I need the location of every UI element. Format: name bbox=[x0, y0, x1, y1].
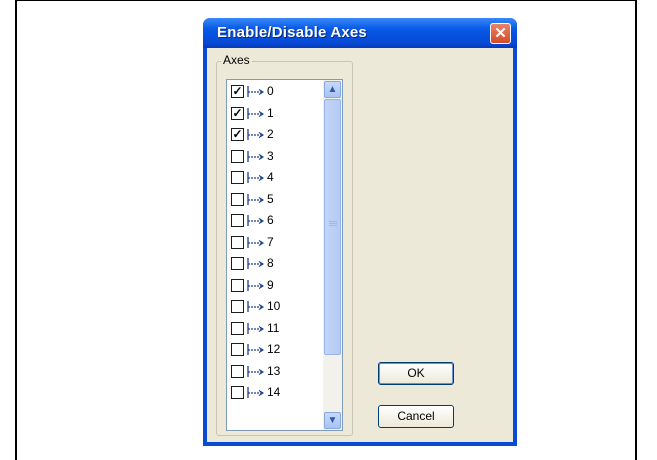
scroll-down-icon: ▼ bbox=[327, 415, 338, 426]
axis-label: 9 bbox=[267, 277, 274, 292]
scroll-up-button[interactable]: ▲ bbox=[324, 81, 341, 98]
axis-checkbox[interactable] bbox=[231, 214, 244, 227]
axis-list-item[interactable]: ✓ 0 bbox=[231, 82, 324, 103]
axes-dialog: Enable/Disable Axes ✕ Axes ✓ 0 ✓ 1 ✓ 2 3 4 5 6 7 8 9… bbox=[203, 18, 517, 446]
scroll-up-icon: ▲ bbox=[327, 84, 338, 95]
close-icon: ✕ bbox=[494, 25, 507, 42]
axis-icon bbox=[247, 387, 265, 398]
axis-list-item[interactable]: ✓ 2 bbox=[231, 125, 324, 146]
axis-icon bbox=[247, 279, 265, 291]
cancel-button[interactable]: Cancel bbox=[378, 405, 454, 428]
axis-icon bbox=[247, 193, 265, 205]
vertical-scrollbar[interactable]: ▲ ▼ bbox=[323, 80, 342, 430]
axis-list-item[interactable]: ✓ 1 bbox=[231, 104, 324, 125]
axis-list-item[interactable]: 14 bbox=[231, 383, 324, 404]
axis-list-item[interactable]: 9 bbox=[231, 276, 324, 297]
axis-label: 2 bbox=[267, 127, 274, 141]
axis-list-item[interactable]: 5 bbox=[231, 190, 324, 211]
axis-icon bbox=[247, 172, 265, 183]
axis-list-item[interactable]: 3 bbox=[231, 147, 324, 168]
axis-checkbox[interactable] bbox=[231, 386, 244, 399]
axis-checkbox[interactable] bbox=[231, 300, 244, 313]
axis-checkbox[interactable]: ✓ bbox=[231, 85, 244, 98]
axis-label: 13 bbox=[267, 363, 281, 378]
axis-checkbox[interactable] bbox=[231, 235, 244, 249]
axis-checkbox[interactable] bbox=[231, 343, 244, 356]
axis-label: 5 bbox=[267, 191, 274, 206]
axis-label: 1 bbox=[267, 105, 274, 120]
thumb-grip bbox=[329, 223, 337, 224]
dialog-title: Enable/Disable Axes bbox=[217, 24, 367, 41]
dialog-client: Axes ✓ 0 ✓ 1 ✓ 2 3 4 5 6 7 8 9 10 11 12 13 14 ▲ ▼ OK Canc… bbox=[207, 48, 513, 442]
axis-icon bbox=[247, 365, 265, 377]
axis-label: 12 bbox=[267, 342, 281, 356]
axis-checkbox[interactable] bbox=[231, 192, 244, 206]
scroll-down-button[interactable]: ▼ bbox=[324, 412, 341, 429]
thumb-grip bbox=[329, 225, 337, 226]
scroll-thumb[interactable] bbox=[324, 99, 341, 355]
axis-list-item[interactable]: 7 bbox=[231, 233, 324, 254]
thumb-grip bbox=[329, 221, 337, 222]
title-bar[interactable]: Enable/Disable Axes ✕ bbox=[203, 18, 517, 48]
axis-label: 10 bbox=[267, 299, 281, 313]
axis-icon bbox=[247, 129, 265, 140]
axis-label: 8 bbox=[267, 256, 274, 270]
axis-label: 0 bbox=[267, 84, 274, 98]
axis-icon bbox=[247, 215, 265, 226]
axis-checkbox[interactable] bbox=[231, 257, 244, 270]
axes-group-label: Axes bbox=[221, 53, 252, 67]
axis-checkbox[interactable]: ✓ bbox=[231, 128, 244, 141]
axes-list[interactable]: ✓ 0 ✓ 1 ✓ 2 3 4 5 6 7 8 9 10 11 12 13 14 ▲ ▼ bbox=[226, 79, 343, 431]
axis-list-item[interactable]: 10 bbox=[231, 297, 324, 318]
axis-label: 6 bbox=[267, 213, 274, 227]
axis-icon bbox=[247, 258, 265, 269]
axis-icon bbox=[247, 301, 265, 312]
axis-checkbox[interactable] bbox=[231, 321, 244, 335]
axis-checkbox[interactable]: ✓ bbox=[231, 106, 244, 120]
axis-icon bbox=[247, 150, 265, 162]
axis-list-item[interactable]: 4 bbox=[231, 168, 324, 189]
axis-label: 11 bbox=[267, 320, 280, 335]
axis-list-item[interactable]: 13 bbox=[231, 362, 324, 383]
axis-label: 14 bbox=[267, 385, 281, 399]
ok-button[interactable]: OK bbox=[378, 362, 454, 385]
axis-label: 4 bbox=[267, 170, 274, 184]
axis-list-item[interactable]: 12 bbox=[231, 340, 324, 361]
axis-list-item[interactable]: 8 bbox=[231, 254, 324, 275]
axis-icon bbox=[247, 236, 265, 248]
axis-icon bbox=[247, 107, 265, 119]
axis-icon bbox=[247, 344, 265, 355]
axis-checkbox[interactable] bbox=[231, 171, 244, 184]
axis-checkbox[interactable] bbox=[231, 278, 244, 292]
axis-list-item[interactable]: 11 bbox=[231, 319, 324, 340]
close-button[interactable]: ✕ bbox=[490, 23, 511, 44]
axis-list-item[interactable]: 6 bbox=[231, 211, 324, 232]
axis-checkbox[interactable] bbox=[231, 364, 244, 378]
axis-checkbox[interactable] bbox=[231, 149, 244, 163]
axis-icon bbox=[247, 86, 265, 97]
axis-label: 7 bbox=[267, 234, 274, 249]
axis-icon bbox=[247, 322, 265, 334]
axis-label: 3 bbox=[267, 148, 274, 163]
